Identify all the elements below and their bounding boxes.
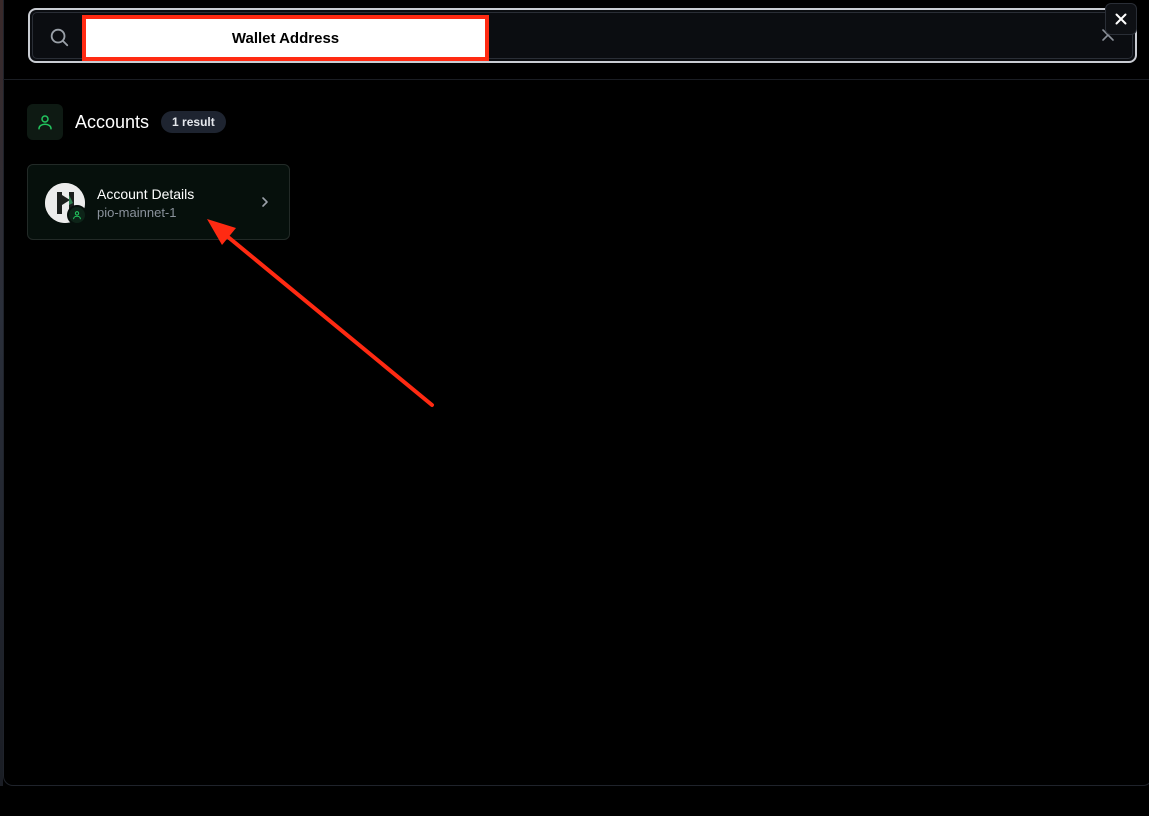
header-divider [3, 79, 1149, 80]
close-icon [1115, 13, 1127, 25]
search-input[interactable]: Wallet Address [82, 15, 489, 61]
result-count-badge: 1 result [161, 111, 226, 133]
user-icon [67, 205, 87, 225]
result-subtitle: pio-mainnet-1 [97, 205, 177, 220]
result-title: Account Details [97, 186, 195, 202]
chevron-right-icon [262, 197, 268, 207]
close-dialog-button[interactable] [1105, 3, 1137, 35]
accounts-section-header: Accounts 1 result [27, 104, 226, 140]
user-icon [27, 104, 63, 140]
result-item-account-details[interactable]: Account Details pio-mainnet-1 [27, 164, 290, 240]
section-title: Accounts [75, 111, 150, 132]
provenance-logo-icon [45, 183, 87, 225]
search-bar[interactable]: Wallet Address [28, 8, 1137, 63]
search-icon [50, 28, 69, 47]
